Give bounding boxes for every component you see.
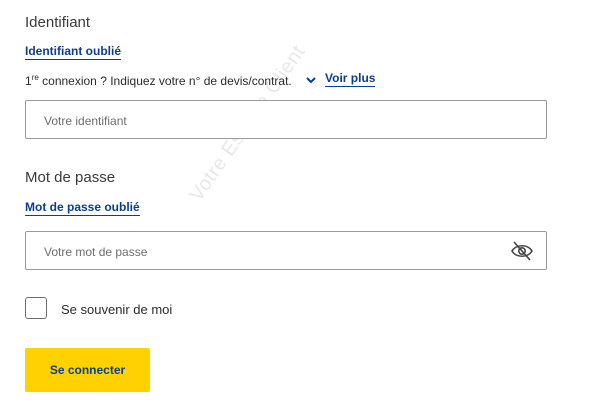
password-forgot-link[interactable]: Mot de passe oublié bbox=[25, 200, 140, 216]
voir-plus-toggle[interactable]: Voir plus bbox=[305, 71, 376, 87]
hint-sup: re bbox=[31, 73, 39, 82]
remember-checkbox[interactable] bbox=[25, 297, 47, 319]
hint-text: connexion ? Indiquez votre n° de devis/c… bbox=[38, 74, 292, 88]
remember-label: Se souvenir de moi bbox=[61, 302, 173, 317]
voir-plus-link[interactable]: Voir plus bbox=[325, 71, 376, 87]
identifiant-hint: 1re connexion ? Indiquez votre n° de dev… bbox=[25, 73, 292, 88]
login-button[interactable]: Se connecter bbox=[25, 348, 150, 392]
identifiant-input[interactable] bbox=[42, 101, 516, 140]
identifiant-label: Identifiant bbox=[25, 14, 91, 31]
password-label: Mot de passe bbox=[25, 169, 116, 186]
password-input[interactable] bbox=[42, 232, 516, 271]
eye-slash-icon[interactable] bbox=[510, 240, 534, 262]
hint-prefix: 1 bbox=[25, 74, 32, 88]
chevron-down-icon bbox=[305, 73, 317, 85]
password-field[interactable] bbox=[25, 231, 547, 271]
identifiant-forgot-link[interactable]: Identifiant oublié bbox=[25, 44, 121, 60]
identifiant-field[interactable] bbox=[25, 100, 547, 140]
